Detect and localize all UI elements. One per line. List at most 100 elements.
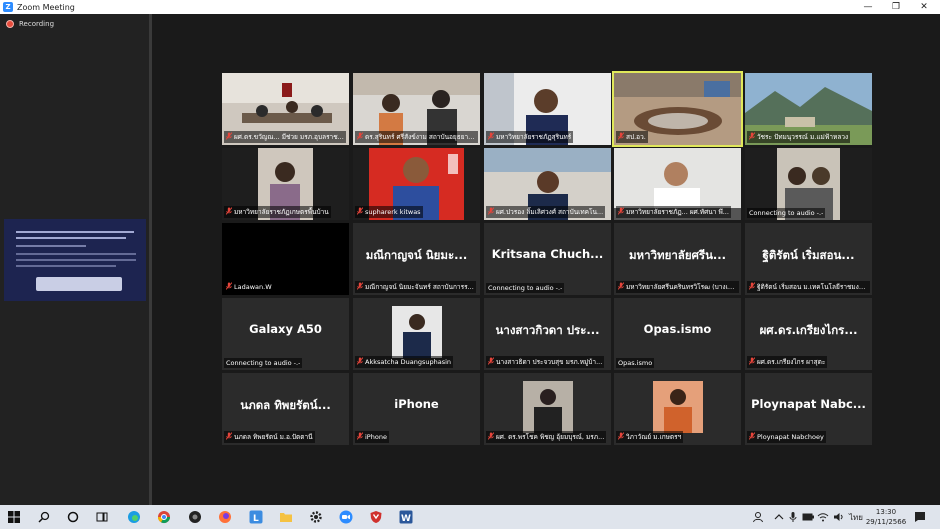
word-app-icon[interactable]: W <box>398 509 414 525</box>
participant-name-label: Opas.ismo <box>616 358 655 368</box>
participant-tile[interactable]: มหาวิทยาลัยศรีน... มหาวิทยาลัยศรีนครินทรว… <box>614 223 741 295</box>
muted-microphone-icon <box>356 357 364 367</box>
participant-caption: มณีกาญจน์ นิยมะจันทร์ สถาบันการร... <box>365 283 474 291</box>
battery-icon[interactable] <box>802 505 814 529</box>
muted-microphone-icon <box>748 282 756 292</box>
window-title: Zoom Meeting <box>17 2 75 12</box>
participant-display-name: Kritsana Chuch... <box>491 247 604 261</box>
shared-screen-thumbnail[interactable] <box>4 219 146 301</box>
wifi-icon[interactable] <box>817 505 829 529</box>
muted-microphone-icon <box>487 207 495 217</box>
participant-tile[interactable]: Akksatcha Duangsuphasin <box>353 298 480 370</box>
participant-name-label: มหาวิทยาลัยราชภัฏสุรินทร์ <box>486 131 574 143</box>
participant-tile[interactable]: มหาวิทยาลัยราชภัฏเกษตรพื้นบ้าน <box>222 148 349 220</box>
participant-caption: ดร.สุรินทร์ ศรีสังข์งาม สถาบันอยุธยาศึกษ… <box>365 133 476 141</box>
participant-name-label: ดร.สุรินทร์ ศรีสังข์งาม สถาบันอยุธยาศึกษ… <box>355 131 478 143</box>
participant-caption: ผศ. ดร.พรโชค พิชญ อุ้ยมบุรณ์, มรภ... <box>496 433 605 441</box>
task-view-icon[interactable] <box>94 509 110 525</box>
participant-tile[interactable]: มหาวิทยาลัยราชภัฏสุรินทร์ <box>484 73 611 145</box>
participant-name-label: มณีกาญจน์ นิยมะจันทร์ สถาบันการร... <box>355 281 476 293</box>
participant-tile[interactable]: Kritsana Chuch... Connecting to audio -.- <box>484 223 611 295</box>
participant-tile[interactable]: สป.อว. <box>612 71 743 147</box>
participant-tile[interactable]: ผศ.ดร.ขวัญณ... มีช่วย มรภ.อุบลราช... <box>222 73 349 145</box>
participant-tile[interactable]: ดร.สุรินทร์ ศรีสังข์งาม สถาบันอยุธยาศึกษ… <box>353 73 480 145</box>
participant-tile[interactable]: Galaxy A50 Connecting to audio -.- <box>222 298 349 370</box>
participant-name-label: นางสาวธิดา ประจวบสุข มรภ.หมู่บ้า... <box>486 356 605 368</box>
participant-tile[interactable]: Opas.ismo Opas.ismo <box>614 298 741 370</box>
svg-text:L: L <box>253 514 259 524</box>
participant-name-label: Ploynapat Nabchoey <box>747 431 826 443</box>
muted-microphone-icon <box>487 357 495 367</box>
participant-tile[interactable]: มณีกาญจน์ นิยมะ... มณีกาญจน์ นิยมะจันทร์ … <box>353 223 480 295</box>
restore-button[interactable]: ❐ <box>882 0 910 14</box>
edge-browser-icon[interactable] <box>126 509 142 525</box>
participant-tile[interactable]: ผศ.ปวรอง ลิ้มเลิศวงศ์ สถาบันเทคโน... <box>484 148 611 220</box>
show-hidden-icons-icon[interactable] <box>774 505 784 529</box>
muted-microphone-icon <box>356 282 364 292</box>
shield-app-icon[interactable] <box>368 509 384 525</box>
microphone-icon[interactable] <box>789 505 797 529</box>
participant-tile[interactable]: นภดล ทิพยรัตน์... นภดล ทิพยรัตน์ ม.อ.ปัตต… <box>222 373 349 445</box>
participant-display-name: นภดล ทิพยรัตน์... <box>240 398 331 412</box>
file-explorer-icon[interactable] <box>278 509 294 525</box>
muted-microphone-icon <box>748 132 756 142</box>
volume-icon[interactable] <box>833 505 845 529</box>
participant-caption: Ploynapat Nabchoey <box>757 433 824 441</box>
participant-tile[interactable]: Ladawan.W <box>222 223 349 295</box>
people-icon[interactable] <box>752 505 764 529</box>
participant-caption: supharerk kitwas <box>365 208 421 216</box>
muted-microphone-icon <box>356 207 364 217</box>
windows-start-icon[interactable] <box>6 509 22 525</box>
participant-tile[interactable]: มหาวิทยาลัยราชภัฏ... ผศ.ทัศนา พึ... <box>614 148 741 220</box>
participant-name-label: Akksatcha Duangsuphasin <box>355 356 454 368</box>
participant-caption: สป.อว. <box>626 133 646 141</box>
participant-caption: วิภาวัณย์ ม.เกษตรฯ <box>626 433 682 441</box>
participant-tile[interactable]: Connecting to audio -.- <box>745 148 872 220</box>
participant-caption: ผศ.ปวรอง ลิ้มเลิศวงศ์ สถาบันเทคโน... <box>496 208 604 216</box>
participant-tile[interactable]: supharerk kitwas <box>353 148 480 220</box>
participant-tile[interactable]: Ploynapat Nabc... Ploynapat Nabchoey <box>745 373 872 445</box>
participant-tile[interactable]: ผศ.ดร.เกรียงไกร... ผศ.ดร.เกรียงไกร ผาสุตะ <box>745 298 872 370</box>
participant-display-name: Ploynapat Nabc... <box>751 397 866 411</box>
close-button[interactable]: ✕ <box>910 0 938 14</box>
participant-display-name: ผศ.ดร.เกรียงไกร... <box>759 323 858 337</box>
participant-display-name: iPhone <box>394 397 439 411</box>
participant-caption: มหาวิทยาลัยราชภัฏ... ผศ.ทัศนา พึ... <box>626 208 729 216</box>
muted-microphone-icon <box>617 282 625 292</box>
notification-center-icon[interactable] <box>914 505 926 529</box>
minimize-button[interactable]: — <box>854 0 882 14</box>
participant-name-label: ผศ.ดร.เกรียงไกร ผาสุตะ <box>747 356 828 368</box>
participant-name-label: Connecting to audio -.- <box>224 358 303 368</box>
participant-caption: Connecting to audio -.- <box>488 284 563 292</box>
settings-gear-icon[interactable] <box>308 509 324 525</box>
participant-caption: วัชระ ปัทมนุวรรณ์ ม.แม่ฟ้าหลวง <box>757 133 849 141</box>
recording-indicator[interactable]: Recording <box>6 20 54 28</box>
app-icon-dark[interactable] <box>187 509 203 525</box>
firefox-browser-icon[interactable] <box>217 509 233 525</box>
participant-display-name: มณีกาญจน์ นิยมะ... <box>365 248 468 262</box>
line-app-icon[interactable]: L <box>248 509 264 525</box>
shared-screen-panel: Recording <box>0 14 149 505</box>
meeting-content: Recording ผศ.ดร.ขวัญณ... มีช่วย มรภ.อุบล… <box>0 14 940 505</box>
participant-tile[interactable]: ฐิติรัตน์ เริ่มสอน... ฐิติรัตน์ เริ่มสอน … <box>745 223 872 295</box>
participant-tile[interactable]: วัชระ ปัทมนุวรรณ์ ม.แม่ฟ้าหลวง <box>745 73 872 145</box>
participant-tile[interactable]: วิภาวัณย์ ม.เกษตรฯ <box>614 373 741 445</box>
recording-label: Recording <box>19 20 55 28</box>
participant-name-label: ผศ. ดร.พรโชค พิชญ อุ้ยมบุรณ์, มรภ... <box>486 431 607 443</box>
participant-tile[interactable]: iPhone iPhone <box>353 373 480 445</box>
muted-microphone-icon <box>748 357 756 367</box>
search-icon[interactable] <box>36 509 52 525</box>
language-indicator[interactable]: ไทย <box>849 505 863 529</box>
participant-caption: นางสาวธิดา ประจวบสุข มรภ.หมู่บ้า... <box>496 358 603 366</box>
participant-tile[interactable]: ผศ. ดร.พรโชค พิชญ อุ้ยมบุรณ์, มรภ... <box>484 373 611 445</box>
participant-tile[interactable]: นางสาวกิวดา ประ... นางสาวธิดา ประจวบสุข ม… <box>484 298 611 370</box>
chrome-browser-icon[interactable] <box>156 509 172 525</box>
participant-name-label: สป.อว. <box>616 131 648 143</box>
participant-display-name: ฐิติรัตน์ เริ่มสอน... <box>762 248 855 262</box>
participant-name-label: มหาวิทยาลัยราชภัฏ... ผศ.ทัศนา พึ... <box>616 206 731 218</box>
cortana-icon[interactable] <box>65 509 81 525</box>
participant-caption: Connecting to audio -.- <box>749 209 824 217</box>
taskbar-clock[interactable]: 13:30 29/11/2566 <box>862 507 910 527</box>
participant-display-name: Opas.ismo <box>643 322 712 336</box>
zoom-app-icon[interactable] <box>338 509 354 525</box>
